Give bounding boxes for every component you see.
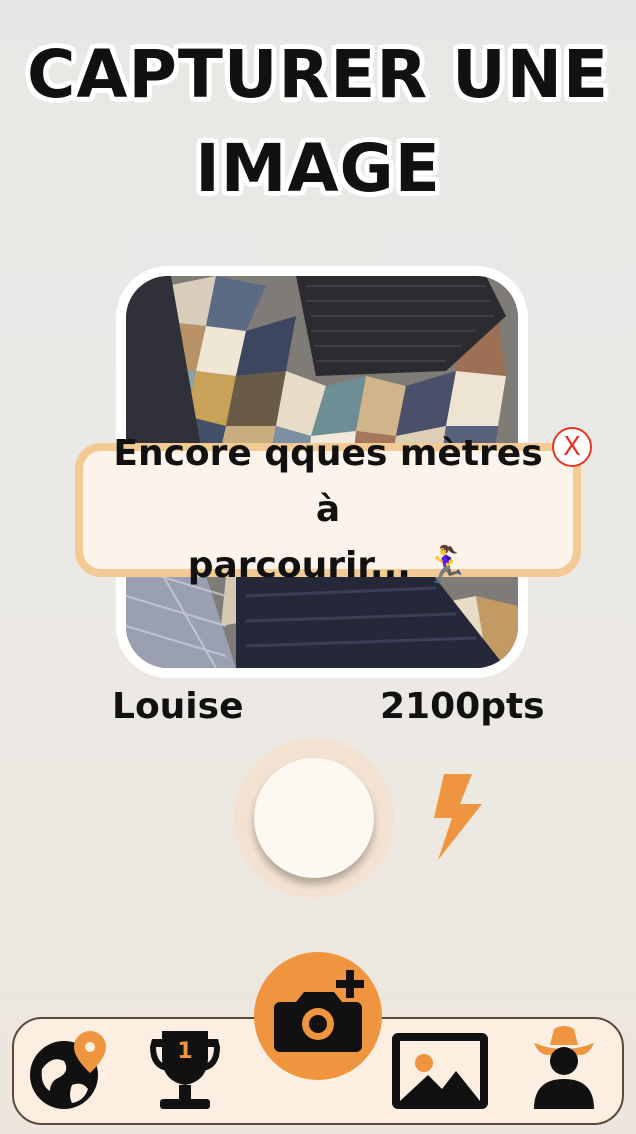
tooltip-line-2: parcourir... 🏃‍♀️ xyxy=(187,545,469,586)
distance-tooltip: Encore qques mètres à parcourir... 🏃‍♀️ xyxy=(75,433,581,586)
tooltip-line-1: Encore qques mètres à xyxy=(113,433,543,530)
nav-gallery[interactable] xyxy=(390,1031,490,1111)
user-cowboy-icon xyxy=(534,1026,594,1109)
flash-toggle[interactable] xyxy=(428,774,484,866)
nav-map[interactable] xyxy=(28,1029,108,1113)
globe-pin-icon xyxy=(30,1031,106,1109)
capture-camera-button[interactable] xyxy=(254,952,382,1080)
camera-plus-icon xyxy=(274,970,364,1052)
trophy-rank-badge: 1 xyxy=(177,1039,193,1064)
shutter-button[interactable] xyxy=(254,758,374,878)
gallery-image-icon xyxy=(392,1033,488,1109)
page-title: CAPTURER UNE IMAGE xyxy=(26,36,610,207)
player-points: 2100pts xyxy=(380,686,545,727)
player-name: Louise xyxy=(112,686,244,727)
lightning-icon xyxy=(434,774,482,860)
close-tooltip-button[interactable]: X xyxy=(552,427,592,467)
nav-profile[interactable] xyxy=(526,1023,602,1111)
nav-leaderboard[interactable]: 1 xyxy=(142,1029,228,1115)
